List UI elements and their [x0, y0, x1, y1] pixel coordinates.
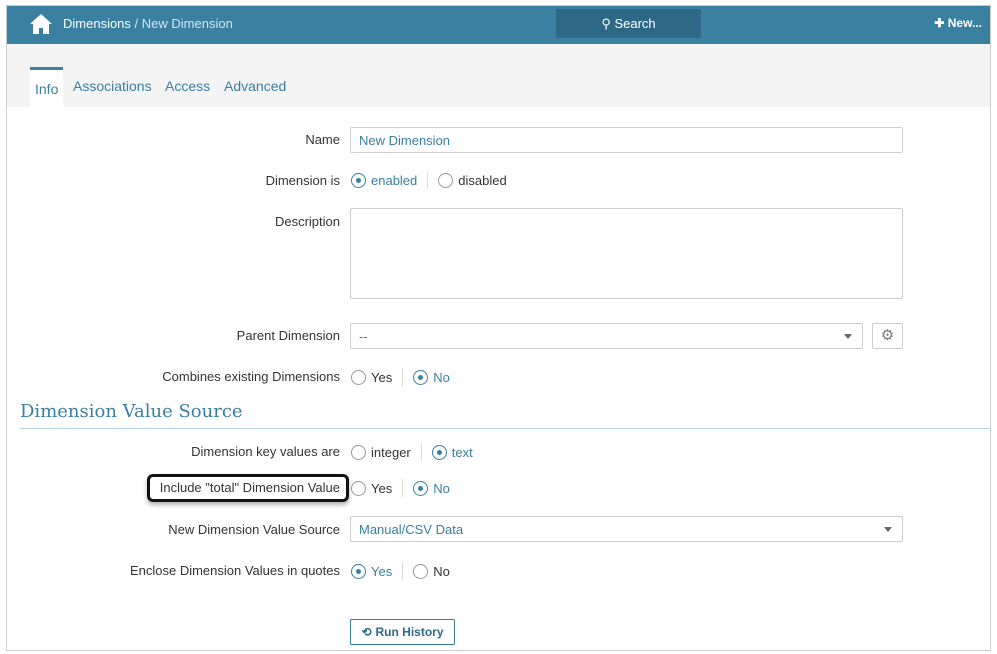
option-label: Yes — [371, 480, 393, 496]
description-label: Description — [274, 214, 340, 229]
status-radio-group: enabled disabled — [351, 171, 507, 189]
radio-checked-icon — [431, 444, 447, 460]
description-textarea[interactable] — [350, 208, 903, 299]
search-button[interactable]: ⚲ Search — [556, 9, 701, 38]
combines-yes-radio[interactable]: Yes — [351, 369, 393, 385]
name-input[interactable]: New Dimension — [350, 127, 903, 153]
combines-no-radio[interactable]: No — [413, 369, 450, 385]
gear-icon: ⚙ — [880, 327, 895, 344]
option-label: text — [451, 444, 473, 460]
history-icon: ⟲ — [361, 625, 372, 639]
tab-advanced[interactable]: Advanced — [219, 67, 291, 107]
name-label: Name — [305, 132, 340, 147]
tab-info[interactable]: Info — [30, 67, 64, 107]
radio-unchecked-icon — [351, 480, 366, 496]
key-integer-radio[interactable]: integer — [351, 444, 411, 460]
status-label: Dimension is — [265, 173, 340, 188]
option-label: Yes — [371, 563, 393, 579]
divider — [402, 562, 404, 580]
source-select[interactable]: Manual/CSV Data — [350, 516, 903, 542]
divider — [402, 368, 404, 386]
key-values-label: Dimension key values are — [191, 444, 340, 459]
new-button[interactable]: ✚ New... — [934, 16, 982, 30]
breadcrumb: Dimensions / New Dimension — [63, 16, 233, 31]
include-total-radio-group: Yes No — [351, 479, 450, 497]
breadcrumb-root[interactable]: Dimensions — [63, 16, 131, 31]
chevron-down-icon — [844, 334, 852, 339]
total-yes-radio[interactable]: Yes — [351, 480, 393, 496]
radio-unchecked-icon — [351, 369, 366, 385]
quotes-no-radio[interactable]: No — [413, 563, 450, 579]
combines-label: Combines existing Dimensions — [162, 369, 340, 384]
option-label: enabled — [371, 172, 418, 188]
radio-unchecked-icon — [413, 563, 429, 579]
key-text-radio[interactable]: text — [431, 444, 473, 460]
tab-bar: Info Associations Access Advanced — [7, 44, 990, 107]
key-values-radio-group: integer text — [351, 443, 473, 461]
breadcrumb-current: New Dimension — [141, 16, 233, 31]
gear-button[interactable]: ⚙ — [872, 323, 903, 349]
option-label: No — [433, 480, 450, 496]
total-no-radio[interactable]: No — [413, 480, 450, 496]
source-value: Manual/CSV Data — [359, 522, 464, 537]
chevron-down-icon — [884, 527, 892, 532]
breadcrumb-separator: / — [130, 16, 142, 31]
search-icon: ⚲ — [601, 16, 611, 31]
search-label: Search — [614, 16, 656, 31]
parent-value: -- — [359, 329, 368, 344]
run-history-label: Run History — [375, 625, 444, 639]
quotes-radio-group: Yes No — [351, 562, 450, 580]
new-label: New... — [947, 16, 982, 30]
top-bar: Dimensions / New Dimension ⚲ Search ✚ Ne… — [7, 6, 990, 44]
option-label: No — [433, 369, 450, 385]
quotes-yes-radio[interactable]: Yes — [351, 563, 393, 579]
divider — [402, 479, 404, 497]
radio-checked-icon — [413, 480, 429, 496]
divider — [427, 171, 429, 189]
parent-select[interactable]: -- — [350, 323, 863, 349]
run-history-button[interactable]: ⟲ Run History — [350, 619, 455, 645]
radio-unchecked-icon — [438, 172, 454, 188]
parent-label: Parent Dimension — [236, 328, 340, 343]
section-title: Dimension Value Source — [20, 401, 243, 422]
tab-access[interactable]: Access — [160, 67, 215, 107]
radio-checked-icon — [413, 369, 429, 385]
status-enabled-radio[interactable]: enabled — [351, 172, 418, 188]
option-label: integer — [371, 444, 411, 460]
radio-unchecked-icon — [351, 444, 366, 460]
include-total-label: Include "total" Dimension Value — [159, 480, 340, 495]
source-label: New Dimension Value Source — [168, 522, 340, 537]
section-divider — [20, 428, 990, 429]
status-disabled-radio[interactable]: disabled — [438, 172, 507, 188]
divider — [420, 443, 422, 461]
option-label: Yes — [371, 369, 393, 385]
plus-icon: ✚ — [934, 16, 945, 30]
home-icon[interactable] — [29, 13, 53, 35]
radio-checked-icon — [351, 563, 366, 579]
tab-associations[interactable]: Associations — [68, 67, 157, 107]
option-label: disabled — [458, 172, 507, 188]
combines-radio-group: Yes No — [351, 368, 450, 386]
quotes-label: Enclose Dimension Values in quotes — [129, 563, 340, 578]
radio-checked-icon — [351, 172, 366, 188]
option-label: No — [433, 563, 450, 579]
